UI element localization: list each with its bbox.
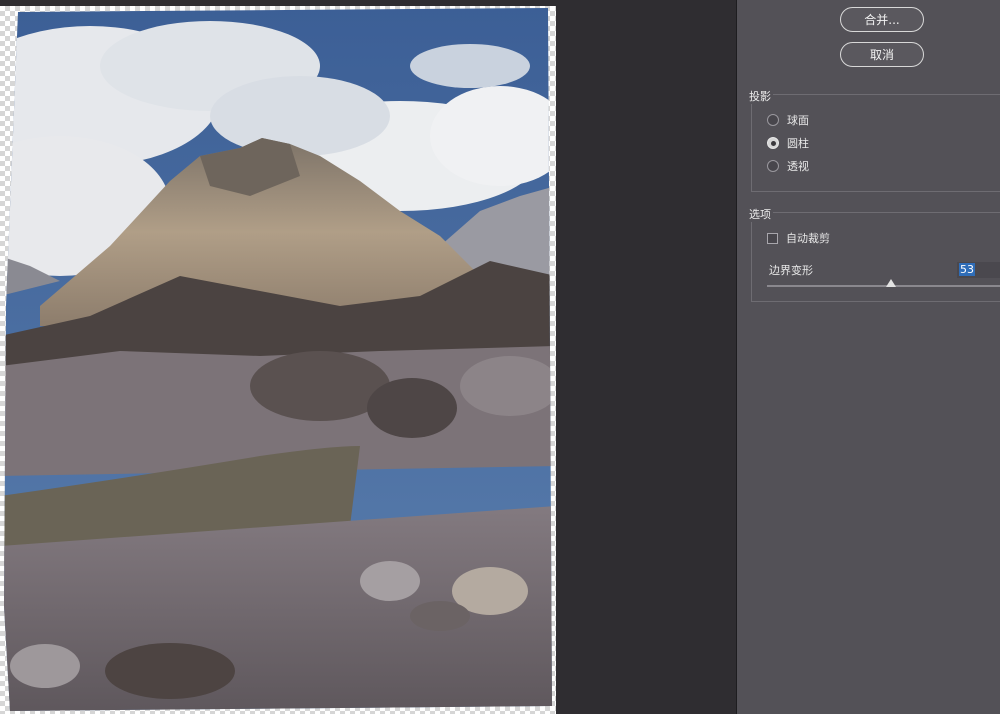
- auto-crop-checkbox[interactable]: [767, 232, 778, 244]
- radio-button[interactable]: [767, 160, 779, 172]
- options-group: [751, 212, 1000, 302]
- options-group-title: 选项: [747, 206, 773, 222]
- projection-cylindrical-option[interactable]: 圆柱: [767, 135, 809, 151]
- preview-area: [0, 0, 736, 714]
- projection-group-title: 投影: [747, 88, 773, 104]
- boundary-warp-slider-thumb[interactable]: [886, 279, 897, 287]
- radio-label: 透视: [787, 160, 809, 173]
- radio-label: 球面: [787, 114, 809, 127]
- boundary-warp-value-field[interactable]: 53: [957, 262, 1000, 278]
- radio-button-selected[interactable]: [767, 137, 779, 149]
- merge-button[interactable]: 合并...: [840, 7, 924, 32]
- boundary-warp-slider-track[interactable]: [767, 285, 1000, 287]
- radio-button[interactable]: [767, 114, 779, 126]
- auto-crop-label: 自动裁剪: [786, 232, 830, 245]
- auto-crop-option[interactable]: 自动裁剪: [767, 230, 830, 246]
- projection-spherical-option[interactable]: 球面: [767, 112, 809, 128]
- boundary-warp-label: 边界变形: [769, 264, 813, 277]
- panorama-preview-image: [4, 8, 552, 711]
- boundary-warp-value: 53: [959, 263, 975, 276]
- projection-perspective-option[interactable]: 透视: [767, 158, 809, 174]
- radio-label: 圆柱: [787, 137, 809, 150]
- adaptive-wide-angle-panel: 合并... 取消 投影 球面 圆柱 透视 选项 自动裁剪 边界变形 53: [736, 0, 1000, 714]
- cancel-button[interactable]: 取消: [840, 42, 924, 67]
